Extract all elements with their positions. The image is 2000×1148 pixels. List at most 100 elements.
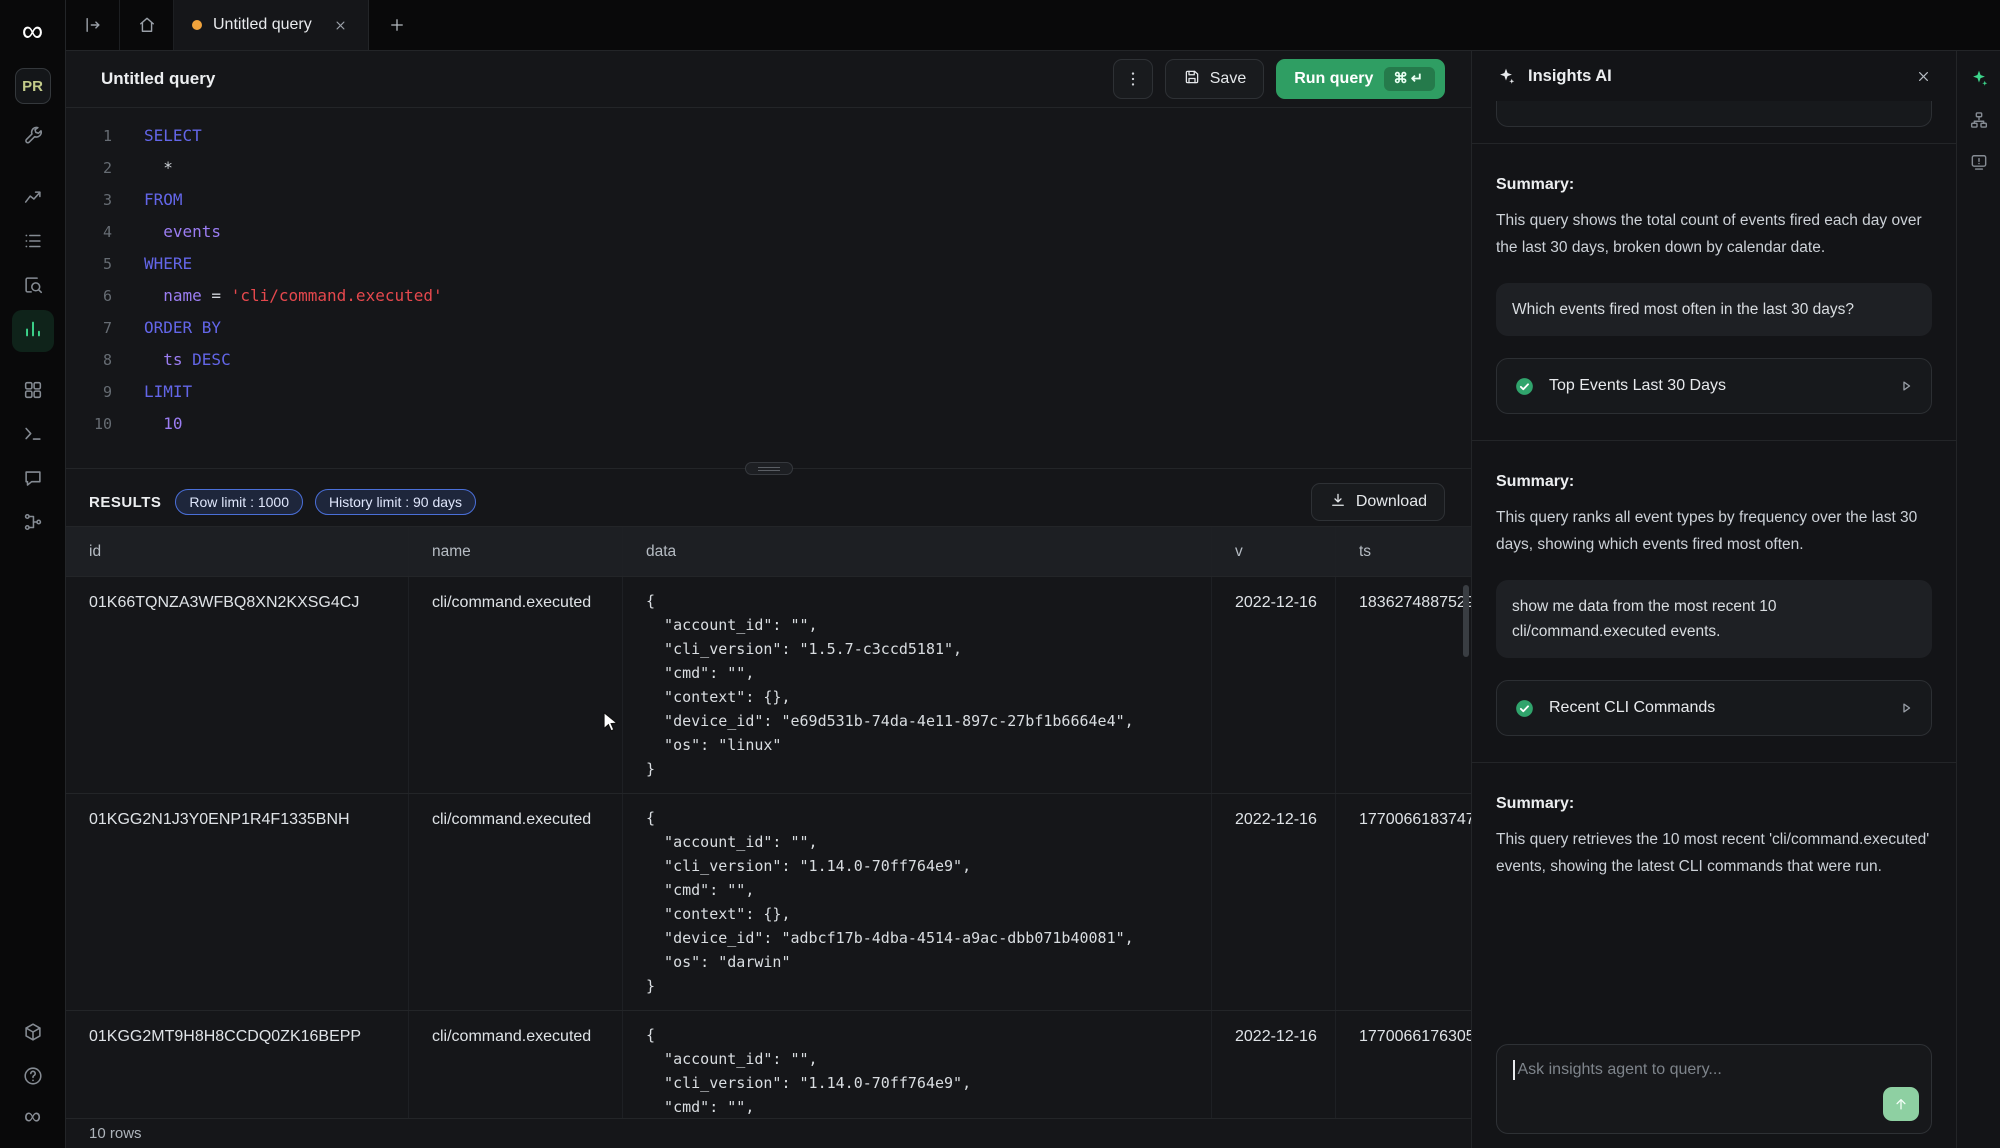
sidebar-nav-bottom [12, 1012, 54, 1100]
panel-splitter[interactable] [66, 460, 1471, 478]
scrolled-card-partial [1496, 101, 1932, 127]
sidebar-expand-icon[interactable] [66, 0, 120, 50]
column-header-data[interactable]: data [622, 527, 1211, 576]
insights-header: Insights AI [1472, 51, 1956, 101]
workspace-badge[interactable]: PR [15, 68, 51, 104]
save-icon [1183, 68, 1201, 91]
sidebar-item-explore[interactable] [12, 266, 54, 308]
tab-close-icon[interactable] [333, 18, 348, 33]
feed-divider [1472, 143, 1956, 144]
grid-icon [22, 379, 44, 406]
sidebar-nav-top [12, 116, 54, 546]
cell-v: 2022-12-16 [1211, 577, 1335, 793]
terminal-icon [22, 423, 44, 450]
check-circle-icon [1513, 697, 1536, 720]
more-options-button[interactable] [1113, 59, 1153, 99]
column-header-ts[interactable]: ts [1335, 527, 1471, 576]
results-footer: 10 rows [66, 1118, 1471, 1148]
code-text: events [112, 216, 221, 248]
code-text: * [112, 152, 173, 184]
splitter-grip-icon[interactable] [745, 462, 793, 475]
insights-input[interactable]: Ask insights agent to query... [1496, 1044, 1932, 1134]
code-text: name = 'cli/command.executed' [112, 280, 443, 312]
table-row[interactable]: 01K66TQNZA3WFBQ8XN2KXSG4CJcli/command.ex… [66, 577, 1471, 794]
sidebar-item-help[interactable] [12, 1057, 54, 1099]
ai-summary-heading: Summary: [1496, 473, 1932, 491]
cell-data: { "account_id": "", "cli_version": "1.14… [622, 1011, 1211, 1118]
sidebar-item-flows[interactable] [12, 503, 54, 545]
save-button[interactable]: Save [1165, 59, 1264, 99]
results-scrollbar[interactable] [1463, 585, 1469, 657]
page-title: Untitled query [101, 69, 215, 89]
editor-line: 7ORDER BY [66, 312, 1471, 344]
cell-v: 2022-12-16 [1211, 1011, 1335, 1118]
play-icon[interactable] [1897, 699, 1915, 717]
bar-chart-icon [22, 318, 44, 345]
tab-bar: Untitled query [66, 0, 2000, 51]
user-message: show me data from the most recent 10 cli… [1496, 580, 1932, 658]
query-result-card[interactable]: Recent CLI Commands [1496, 680, 1932, 736]
query-result-card[interactable]: Top Events Last 30 Days [1496, 358, 1932, 414]
rail-item-schema[interactable] [1962, 105, 1996, 139]
line-number: 4 [66, 216, 112, 248]
history-limit-badge[interactable]: History limit : 90 days [315, 489, 476, 515]
editor-line: 4 events [66, 216, 1471, 248]
table-row[interactable]: 01KGG2N1J3Y0ENP1R4F1335BNHcli/command.ex… [66, 794, 1471, 1011]
column-header-id[interactable]: id [66, 527, 408, 576]
cell-id: 01KGG2MT9H8H8CCDQ0ZK16BEPP [66, 1011, 408, 1118]
ai-summary-text: This query shows the total count of even… [1496, 207, 1932, 261]
sidebar-item-tools[interactable] [12, 117, 54, 159]
sidebar-item-terminal[interactable] [12, 415, 54, 457]
row-count: 10 rows [89, 1125, 142, 1142]
rail-item-feedback[interactable] [1962, 147, 1996, 181]
ai-summary-text: This query retrieves the 10 most recent … [1496, 826, 1932, 880]
download-button[interactable]: Download [1311, 483, 1445, 521]
sidebar-item-chat[interactable] [12, 459, 54, 501]
query-header: Untitled query Save Run query ⌘↵ [66, 51, 1471, 108]
ai-summary-heading: Summary: [1496, 176, 1932, 194]
rail-item-insights-ai[interactable] [1962, 63, 1996, 97]
sql-editor[interactable]: 1SELECT2 *3FROM4 events5WHERE6 name = 'c… [66, 108, 1471, 460]
editor-line: 9LIMIT [66, 376, 1471, 408]
ai-summary-heading: Summary: [1496, 795, 1932, 813]
result-card-label: Top Events Last 30 Days [1549, 377, 1726, 395]
line-number: 9 [66, 376, 112, 408]
new-tab-button[interactable] [369, 0, 425, 50]
report-icon [1969, 152, 1989, 177]
line-number: 5 [66, 248, 112, 280]
column-header-name[interactable]: name [408, 527, 622, 576]
tab-untitled-query[interactable]: Untitled query [174, 0, 369, 50]
line-number: 2 [66, 152, 112, 184]
insights-close-icon[interactable] [1915, 68, 1932, 85]
run-query-button[interactable]: Run query ⌘↵ [1276, 59, 1445, 99]
send-button[interactable] [1883, 1087, 1919, 1121]
results-toolbar: RESULTS Row limit : 1000 History limit :… [66, 478, 1471, 526]
row-limit-badge[interactable]: Row limit : 1000 [175, 489, 303, 515]
results-label: RESULTS [89, 494, 161, 511]
sidebar-item-streams[interactable] [12, 222, 54, 264]
column-header-v[interactable]: v [1211, 527, 1335, 576]
sidebar-item-integrations[interactable] [12, 1013, 54, 1055]
cell-name: cli/command.executed [408, 1011, 622, 1118]
table-row[interactable]: 01KGG2MT9H8H8CCDQ0ZK16BEPPcli/command.ex… [66, 1011, 1471, 1118]
sidebar-item-trends[interactable] [12, 178, 54, 220]
cell-data: { "account_id": "", "cli_version": "1.14… [622, 794, 1211, 1010]
code-text: 10 [112, 408, 183, 440]
feed-divider [1472, 440, 1956, 441]
query-workspace: Untitled query Save Run query ⌘↵ 1SELE [66, 51, 1471, 1148]
cell-v: 2022-12-16 [1211, 794, 1335, 1010]
play-icon[interactable] [1897, 377, 1915, 395]
left-sidebar: ∞ PR ∞ [0, 0, 66, 1148]
line-number: 10 [66, 408, 112, 440]
home-tab[interactable] [120, 0, 174, 50]
editor-line: 6 name = 'cli/command.executed' [66, 280, 1471, 312]
editor-line: 5WHERE [66, 248, 1471, 280]
cell-name: cli/command.executed [408, 577, 622, 793]
run-query-shortcut: ⌘↵ [1384, 67, 1435, 91]
cell-ts: 1836274887529 [1335, 577, 1471, 793]
json-data: { "account_id": "", "cli_version": "1.14… [646, 806, 1211, 998]
tree-icon [1969, 110, 1989, 135]
sidebar-item-dashboards[interactable] [12, 371, 54, 413]
json-data: { "account_id": "", "cli_version": "1.5.… [646, 589, 1211, 781]
sidebar-item-query[interactable] [12, 310, 54, 352]
